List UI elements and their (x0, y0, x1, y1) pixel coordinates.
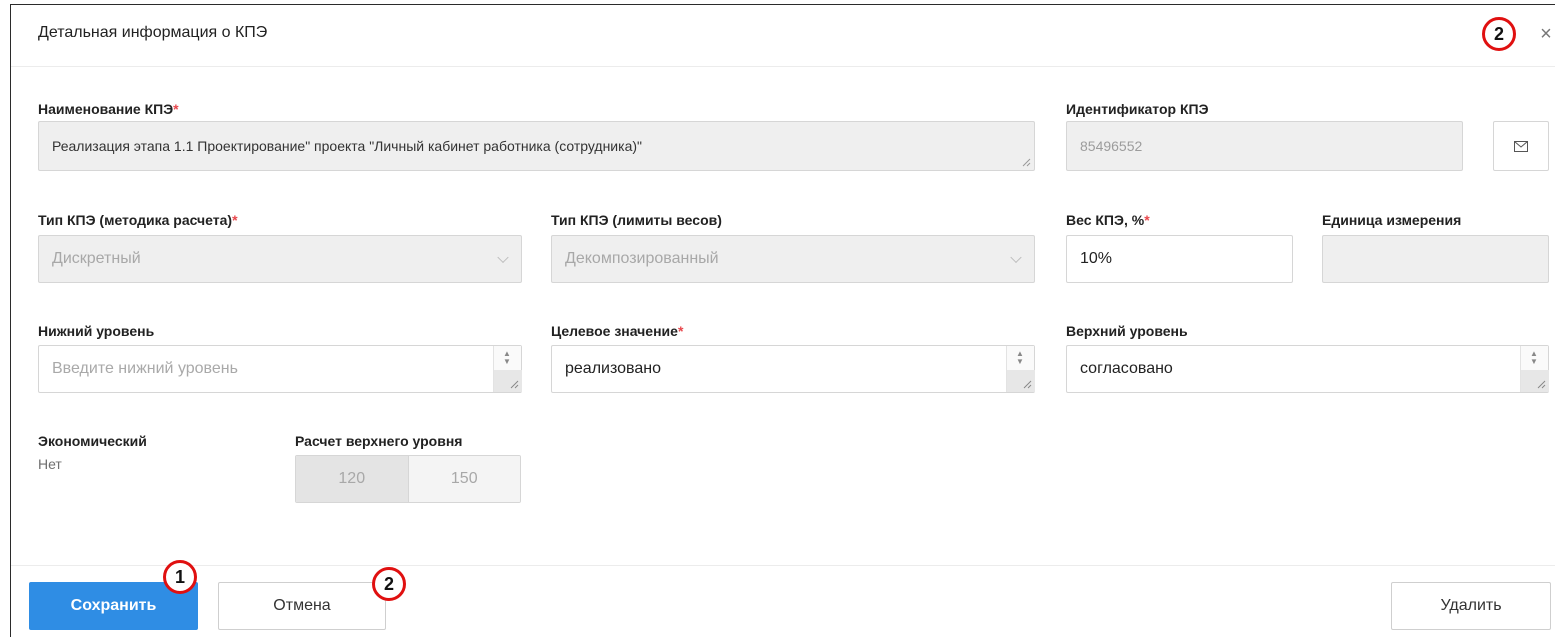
lower-level-label: Нижний уровень (38, 323, 155, 339)
weight-limit-type-select[interactable]: Декомпозированный (551, 235, 1035, 283)
dialog-title: Детальная информация о КПЭ (38, 24, 268, 41)
kpi-detail-dialog: Детальная информация о КПЭ × Наименовани… (10, 4, 1555, 637)
upper-calc-segmented-control: 120 150 (295, 455, 521, 503)
upper-level-stepper[interactable]: ▲ ▼ (1520, 346, 1549, 392)
required-mark: * (173, 101, 179, 117)
identifier-mail-button[interactable] (1493, 121, 1549, 171)
lower-level-placeholder: Введите нижний уровень (52, 360, 238, 377)
resize-grip (494, 370, 522, 392)
upper-level-value: согласовано (1080, 360, 1173, 377)
name-label: Наименование КПЭ* (38, 101, 179, 117)
delete-button[interactable]: Удалить (1391, 582, 1551, 630)
dialog-header: Детальная информация о КПЭ × (11, 5, 1555, 67)
target-value-input[interactable]: реализовано ▲ ▼ (551, 345, 1035, 393)
target-value-stepper[interactable]: ▲ ▼ (1006, 346, 1035, 392)
name-value: Реализация этапа 1.1 Проектирование" про… (52, 138, 642, 154)
identifier-input: 85496552 (1066, 121, 1463, 171)
name-textarea[interactable]: Реализация этапа 1.1 Проектирование" про… (38, 121, 1035, 171)
cancel-button[interactable]: Отмена (218, 582, 386, 630)
annotation-badge-save: 1 (163, 560, 197, 594)
lower-level-input[interactable]: Введите нижний уровень ▲ ▼ (38, 345, 522, 393)
unit-input (1322, 235, 1549, 283)
upper-calc-option-120[interactable]: 120 (296, 456, 409, 502)
upper-calc-option-150[interactable]: 150 (408, 456, 520, 502)
weight-limit-type-label: Тип КПЭ (лимиты весов) (551, 212, 722, 228)
upper-calc-label: Расчет верхнего уровня (295, 433, 463, 449)
weight-label: Вес КПЭ, %* (1066, 212, 1150, 228)
mail-icon (1514, 140, 1528, 152)
target-value-label: Целевое значение* (551, 323, 684, 339)
resize-handle-icon[interactable] (1021, 157, 1031, 167)
resize-handle-icon[interactable] (1022, 379, 1032, 389)
weight-limit-type-value: Декомпозированный (565, 250, 719, 267)
resize-handle-icon[interactable] (1536, 379, 1546, 389)
calc-type-value: Дискретный (52, 250, 141, 267)
unit-label: Единица измерения (1322, 212, 1462, 228)
economic-value: Нет (38, 456, 62, 472)
calc-type-label: Тип КПЭ (методика расчета)* (38, 212, 238, 228)
chevron-down-icon (1010, 251, 1022, 264)
annotation-badge-close: 2 (1482, 17, 1516, 51)
stepper-icon: ▲ ▼ (503, 349, 511, 366)
required-mark: * (232, 212, 238, 228)
close-icon[interactable]: × (1537, 23, 1555, 47)
lower-level-stepper[interactable]: ▲ ▼ (493, 346, 522, 392)
upper-level-label: Верхний уровень (1066, 323, 1188, 339)
weight-value: 10% (1080, 250, 1113, 267)
weight-input[interactable]: 10% (1066, 235, 1293, 283)
required-mark: * (677, 323, 684, 339)
chevron-down-icon (497, 251, 509, 264)
annotation-badge-cancel: 2 (372, 567, 406, 601)
required-mark: * (1144, 212, 1150, 228)
target-value-value: реализовано (565, 360, 661, 377)
calc-type-select[interactable]: Дискретный (38, 235, 522, 283)
identifier-value: 85496552 (1080, 138, 1143, 154)
identifier-label: Идентификатор КПЭ (1066, 101, 1209, 117)
economic-label: Экономический (38, 433, 147, 449)
resize-grip (1521, 370, 1549, 392)
stepper-icon: ▲ ▼ (1016, 349, 1024, 366)
upper-level-input[interactable]: согласовано ▲ ▼ (1066, 345, 1549, 393)
resize-grip (1007, 370, 1035, 392)
stepper-icon: ▲ ▼ (1530, 349, 1538, 366)
resize-handle-icon[interactable] (509, 379, 519, 389)
